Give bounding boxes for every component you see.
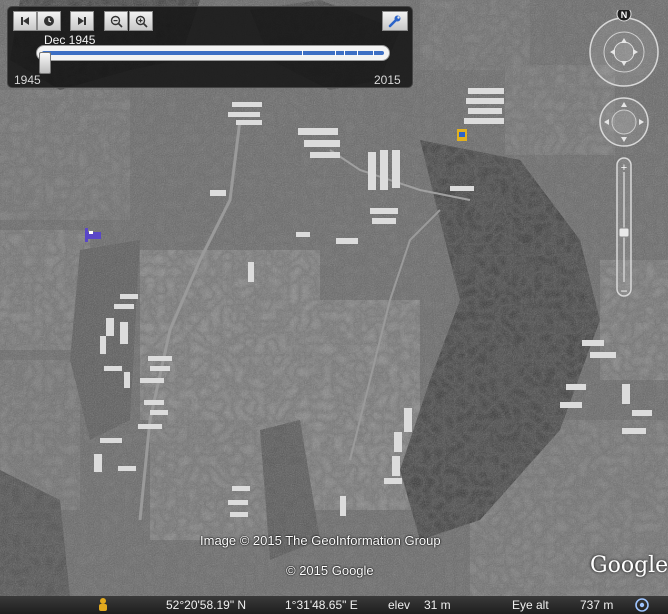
- elevation-value: 31 m: [424, 598, 451, 612]
- navigation-controls: N + −: [589, 10, 659, 298]
- historical-imagery-panel: Dec 1945 1945 2015: [7, 6, 413, 88]
- flag-marker-icon[interactable]: [457, 129, 467, 141]
- timeline-track[interactable]: [36, 45, 390, 61]
- move-joystick[interactable]: [599, 97, 649, 147]
- zoom-out-icon: [110, 15, 123, 28]
- aerial-map[interactable]: [0, 0, 668, 614]
- eye-alt-label: Eye alt: [512, 598, 549, 612]
- google-logo: Google: [590, 553, 668, 578]
- eye-alt-value: 737 m: [580, 598, 614, 612]
- prev-icon: [21, 17, 29, 25]
- longitude-readout: 1°31'48.65" E: [285, 598, 358, 612]
- clock-icon: [44, 16, 54, 26]
- timeline-fill: [42, 51, 384, 55]
- timeline-slider-handle[interactable]: [39, 52, 51, 74]
- pegman-icon[interactable]: [94, 597, 112, 613]
- end-year-label: 2015: [374, 73, 401, 87]
- elevation-label: elev: [388, 598, 411, 612]
- copyright-text: © 2015 Google: [286, 563, 374, 578]
- zoom-slider-thumb[interactable]: [618, 227, 630, 238]
- zoom-out-timeline-button[interactable]: [104, 11, 128, 31]
- imagery-attribution: Image © 2015 The GeoInformation Group: [200, 533, 441, 548]
- prev-image-button[interactable]: [13, 11, 37, 31]
- timeline-tick: [357, 50, 358, 56]
- timeline-tick: [302, 50, 303, 56]
- wrench-icon: [388, 15, 401, 28]
- zoom-in-timeline-button[interactable]: [129, 11, 153, 31]
- zoom-in-icon[interactable]: +: [621, 162, 627, 174]
- timeline-tick: [335, 50, 336, 56]
- timeline-tick: [373, 50, 374, 56]
- settings-button[interactable]: [382, 11, 408, 31]
- status-bar: 52°20'58.19" N 1°31'48.65" E elev 31 m E…: [0, 596, 668, 614]
- zoom-slider[interactable]: [616, 157, 632, 297]
- latitude-readout: 52°20'58.19" N: [166, 598, 247, 612]
- next-icon: [78, 17, 86, 25]
- zoom-in-icon: [135, 15, 148, 28]
- animate-button[interactable]: [37, 11, 61, 31]
- zoom-out-icon[interactable]: −: [620, 284, 627, 298]
- streaming-icon: [635, 598, 649, 612]
- north-label: N: [621, 10, 628, 20]
- next-image-button[interactable]: [70, 11, 94, 31]
- timeline-tick: [344, 50, 345, 56]
- start-year-label: 1945: [14, 73, 41, 87]
